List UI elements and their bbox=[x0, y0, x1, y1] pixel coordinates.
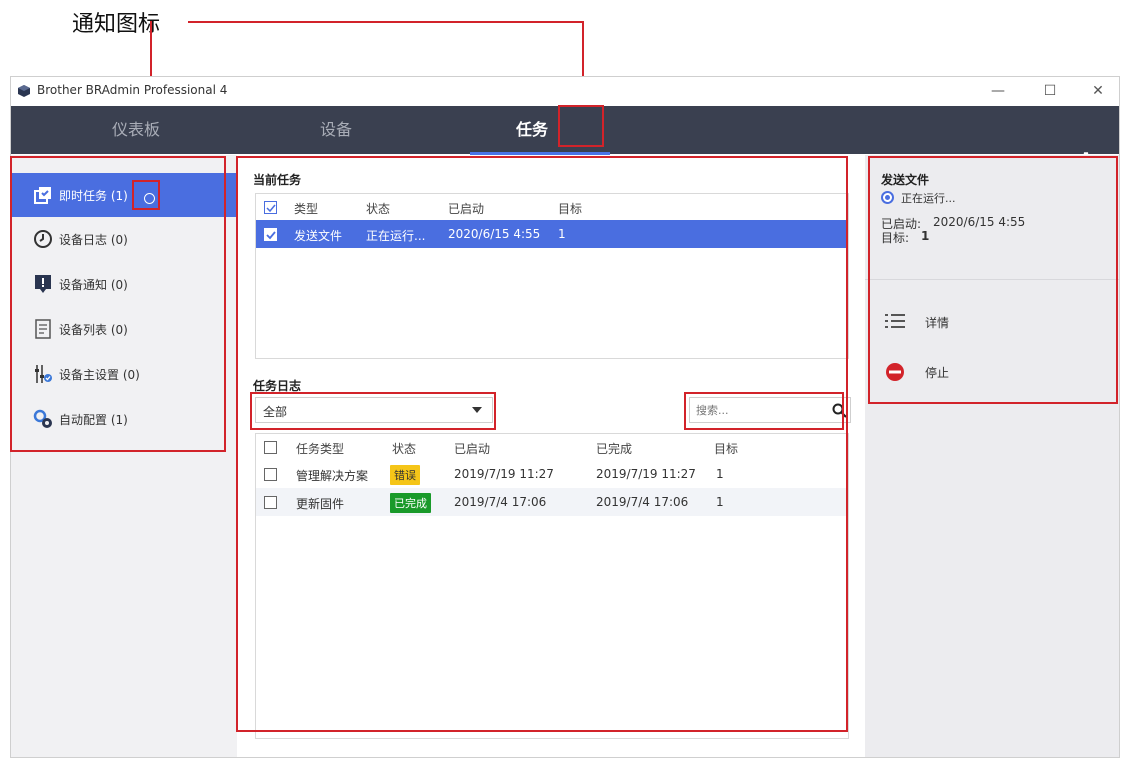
sidebar-item-label: 设备列表 (0) bbox=[59, 323, 128, 337]
task-type-cell: 更新固件 bbox=[296, 497, 345, 511]
sidebar-item-device-log[interactable]: 设备日志 (0) bbox=[11, 217, 237, 261]
column-header[interactable]: 状态 bbox=[366, 200, 390, 217]
app-window: Brother BRAdmin Professional 4 — ☐ ✕ 仪表板… bbox=[10, 76, 1120, 758]
table-row[interactable]: 发送文件 正在运行... 2020/6/15 4:55 1 bbox=[256, 220, 848, 248]
tab-tasks[interactable]: 任务 bbox=[477, 106, 587, 154]
sidebar-item-instant-tasks[interactable]: 即时任务 (1) bbox=[11, 173, 237, 217]
sidebar: 即时任务 (1) 设备日志 (0) 设备通知 (0) 设备列表 (0) 设备主设… bbox=[11, 155, 237, 757]
task-started-cell: 2019/7/4 17:06 bbox=[454, 495, 547, 509]
main-content: 当前任务 类型 状态 已启动 目标 发送文件 正在运行... 2020/6/15… bbox=[237, 155, 865, 757]
column-header[interactable]: 任务类型 bbox=[296, 440, 344, 457]
list-icon bbox=[885, 314, 905, 328]
column-header[interactable]: 已启动 bbox=[448, 200, 484, 217]
stop-button[interactable]: 停止 bbox=[881, 357, 1001, 387]
annotation-label: 通知图标 bbox=[72, 12, 161, 37]
current-tasks-grid: 类型 状态 已启动 目标 发送文件 正在运行... 2020/6/15 4:55… bbox=[255, 193, 849, 359]
maximize-button[interactable]: ☐ bbox=[1035, 80, 1065, 102]
task-started-cell: 2020/6/15 4:55 bbox=[448, 227, 541, 241]
tab-devices[interactable]: 设备 bbox=[281, 106, 391, 154]
callout-line-h bbox=[188, 21, 584, 23]
task-target-cell: 1 bbox=[558, 227, 566, 241]
task-icon bbox=[34, 187, 51, 204]
document-icon bbox=[35, 319, 51, 339]
sidebar-item-auto-config[interactable]: 自动配置 (1) bbox=[11, 397, 237, 441]
row-checkbox[interactable] bbox=[264, 496, 277, 509]
minimize-button[interactable]: — bbox=[983, 80, 1013, 102]
task-filter-dropdown[interactable]: 全部 bbox=[255, 397, 493, 423]
task-target-cell: 1 bbox=[716, 467, 724, 481]
details-button[interactable]: 详情 bbox=[881, 307, 1001, 337]
sidebar-item-label: 自动配置 (1) bbox=[59, 413, 128, 427]
check-icon bbox=[266, 204, 276, 213]
main-nav: 仪表板 设备 任务 bbox=[11, 106, 1119, 170]
table-row[interactable]: 更新固件 已完成 2019/7/4 17:06 2019/7/4 17:06 1 bbox=[256, 488, 848, 516]
sidebar-item-device-master-settings[interactable]: 设备主设置 (0) bbox=[11, 352, 237, 396]
window-title: Brother BRAdmin Professional 4 bbox=[37, 83, 228, 97]
column-header[interactable]: 目标 bbox=[558, 200, 582, 217]
chevron-down-icon bbox=[472, 407, 482, 413]
row-checkbox[interactable] bbox=[264, 468, 277, 481]
search-icon[interactable] bbox=[832, 403, 847, 418]
sidebar-item-label: 即时任务 (1) bbox=[59, 189, 128, 203]
sidebar-item-label: 设备通知 (0) bbox=[59, 278, 128, 292]
detail-target-value: 1 bbox=[921, 229, 930, 243]
task-type-cell: 管理解决方案 bbox=[296, 469, 369, 483]
detail-status: 正在运行... bbox=[901, 192, 956, 205]
check-icon bbox=[266, 231, 276, 240]
search-box[interactable] bbox=[689, 397, 851, 423]
details-label: 详情 bbox=[925, 316, 950, 330]
task-notification-ring-icon bbox=[144, 193, 155, 204]
detail-started-value: 2020/6/15 4:55 bbox=[933, 215, 1026, 229]
title-bar: Brother BRAdmin Professional 4 — ☐ ✕ bbox=[11, 77, 1119, 105]
alert-icon bbox=[35, 275, 51, 293]
sliders-icon bbox=[35, 365, 52, 383]
detail-divider bbox=[865, 279, 1119, 280]
sidebar-item-device-notifications[interactable]: 设备通知 (0) bbox=[11, 262, 237, 306]
column-header[interactable]: 已启动 bbox=[454, 440, 490, 457]
status-badge: 已完成 bbox=[390, 493, 431, 513]
column-header[interactable]: 目标 bbox=[714, 440, 738, 457]
task-target-cell: 1 bbox=[716, 495, 724, 509]
task-log-grid: 任务类型 状态 已启动 已完成 目标 管理解决方案 错误 2019/7/19 1… bbox=[255, 433, 849, 739]
tab-dashboard[interactable]: 仪表板 bbox=[81, 106, 191, 154]
column-header[interactable]: 已完成 bbox=[596, 440, 632, 457]
task-finished-cell: 2019/7/19 11:27 bbox=[596, 467, 696, 481]
current-tasks-title: 当前任务 bbox=[253, 173, 302, 187]
detail-title: 发送文件 bbox=[881, 173, 930, 187]
task-status-cell: 正在运行... bbox=[366, 229, 426, 243]
stop-icon bbox=[886, 363, 904, 381]
app-logo-icon bbox=[18, 85, 30, 97]
close-button[interactable]: ✕ bbox=[1083, 80, 1113, 102]
dropdown-value: 全部 bbox=[263, 405, 288, 419]
running-status-icon bbox=[881, 191, 894, 204]
detail-target-label: 目标: bbox=[881, 231, 910, 245]
clock-icon bbox=[34, 230, 52, 248]
sidebar-item-label: 设备主设置 (0) bbox=[59, 368, 140, 382]
search-input[interactable] bbox=[696, 401, 824, 419]
gears-icon bbox=[33, 409, 52, 428]
task-finished-cell: 2019/7/4 17:06 bbox=[596, 495, 689, 509]
task-started-cell: 2019/7/19 11:27 bbox=[454, 467, 554, 481]
task-type-cell: 发送文件 bbox=[294, 229, 343, 243]
status-badge: 错误 bbox=[390, 465, 420, 485]
table-row[interactable]: 管理解决方案 错误 2019/7/19 11:27 2019/7/19 11:2… bbox=[256, 460, 848, 488]
column-header[interactable]: 状态 bbox=[392, 440, 416, 457]
stop-label: 停止 bbox=[925, 366, 950, 380]
select-all-checkbox[interactable] bbox=[264, 441, 277, 454]
task-log-title: 任务日志 bbox=[253, 379, 302, 393]
sidebar-item-device-list[interactable]: 设备列表 (0) bbox=[11, 307, 237, 351]
sidebar-item-label: 设备日志 (0) bbox=[59, 233, 128, 247]
column-header[interactable]: 类型 bbox=[294, 200, 318, 217]
detail-panel: 发送文件 正在运行... 已启动: 2020/6/15 4:55 目标: 1 详… bbox=[865, 155, 1119, 757]
